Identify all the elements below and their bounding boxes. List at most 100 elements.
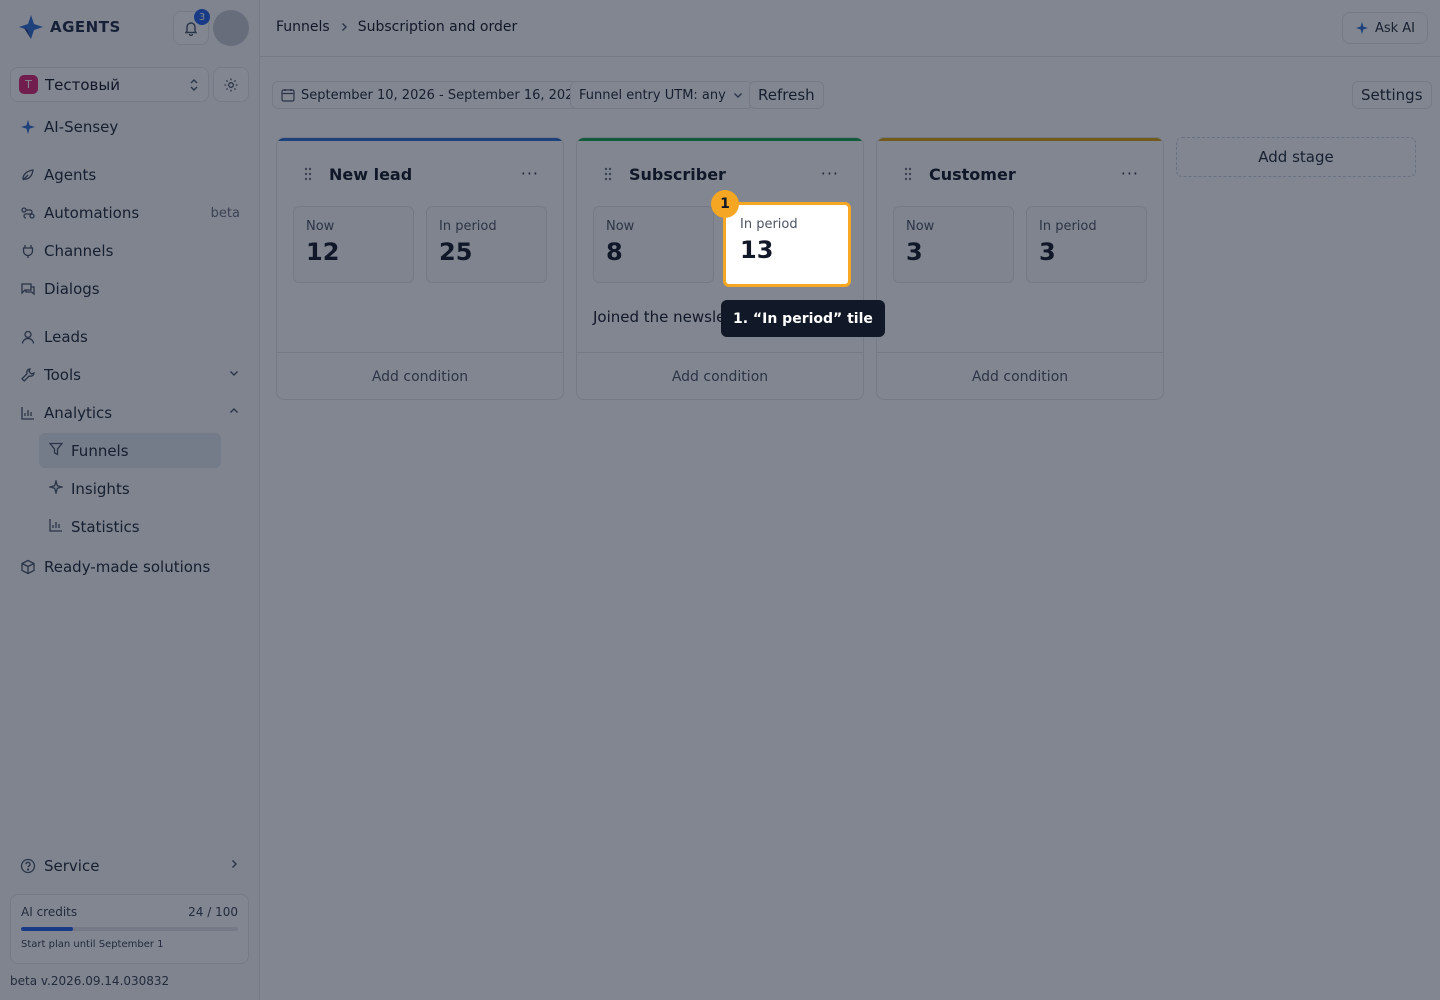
ask-ai-button[interactable]: Ask AI <box>1341 12 1428 44</box>
ai-credits-panel: AI credits 24 / 100 Start plan until Sep… <box>10 894 249 964</box>
wrench-icon <box>20 367 36 383</box>
add-condition-button[interactable]: Add condition <box>577 352 863 399</box>
ai-credits-value: 24 / 100 <box>188 905 238 919</box>
statistics-icon <box>49 518 63 536</box>
highlighted-in-period-tile[interactable]: In period 13 <box>723 202 851 287</box>
sidebar-item-label: Statistics <box>71 517 140 536</box>
add-condition-button[interactable]: Add condition <box>277 352 563 399</box>
sidebar-item-agents[interactable]: Agents <box>20 158 240 192</box>
breadcrumb-root[interactable]: Funnels <box>276 19 330 35</box>
sidebar-item-ready-made-solutions[interactable]: Ready-made solutions <box>20 550 240 584</box>
date-range-picker[interactable]: September 10, 2026 - September 16, 2026 <box>272 81 591 109</box>
sidebar-item-label: AI-Sensey <box>44 118 119 136</box>
settings-button[interactable]: Settings <box>1352 81 1432 109</box>
plug-icon <box>20 243 36 259</box>
drag-handle-icon[interactable] <box>903 166 913 185</box>
sparkle-icon <box>1355 21 1369 35</box>
sidebar: AGENTS 3 Т Тестовый AI-Sensey Agents Aut… <box>0 0 260 1000</box>
cube-icon <box>20 559 36 575</box>
tile-label: In period <box>1039 219 1097 234</box>
sparkle-icon <box>20 119 36 135</box>
now-tile: Now 8 <box>593 206 714 283</box>
workspace-selector[interactable]: Т Тестовый <box>10 67 209 102</box>
stage-title: New lead <box>329 165 413 184</box>
refresh-button[interactable]: Refresh <box>749 81 824 109</box>
in-period-tile: In period 25 <box>426 206 547 283</box>
user-icon <box>20 329 36 345</box>
now-tile: Now 3 <box>893 206 1014 283</box>
top-bar: Funnels Subscription and order Ask AI <box>260 0 1440 57</box>
automation-icon <box>20 205 36 221</box>
sidebar-item-tools[interactable]: Tools <box>20 358 240 392</box>
sidebar-item-channels[interactable]: Channels <box>20 234 240 268</box>
chevron-right-icon <box>228 858 240 874</box>
brand-logo[interactable]: AGENTS <box>18 14 121 40</box>
agents-icon <box>20 167 36 183</box>
chevron-right-icon <box>341 23 347 31</box>
add-stage-button[interactable]: Add stage <box>1176 137 1416 177</box>
drag-handle-icon[interactable] <box>303 166 313 185</box>
sidebar-item-label: Automations <box>44 204 140 222</box>
utm-filter-label: Funnel entry UTM: any <box>579 87 726 103</box>
sidebar-item-statistics[interactable]: Statistics <box>39 509 221 544</box>
tile-value: 25 <box>439 238 473 266</box>
tile-value: 12 <box>306 238 340 266</box>
sidebar-item-service[interactable]: Service <box>20 849 240 883</box>
tile-label: Now <box>306 219 335 234</box>
sidebar-item-label: Agents <box>44 166 97 184</box>
sidebar-item-automations[interactable]: Automations beta <box>20 196 240 230</box>
insight-icon <box>47 478 65 498</box>
funnel-icon <box>48 442 64 460</box>
utm-filter-dropdown[interactable]: Funnel entry UTM: any <box>570 81 753 109</box>
chat-icon <box>20 281 36 297</box>
help-circle-icon <box>20 858 36 874</box>
stage-color-bar <box>877 138 1163 141</box>
more-options-icon[interactable]: ··· <box>821 164 839 183</box>
more-options-icon[interactable]: ··· <box>1121 164 1139 183</box>
drag-handle-icon[interactable] <box>603 166 613 185</box>
tile-value: 3 <box>1039 238 1056 266</box>
tile-label: Now <box>906 219 935 234</box>
workspace-settings-button[interactable] <box>213 67 249 102</box>
user-avatar[interactable] <box>213 10 249 46</box>
breadcrumb-current: Subscription and order <box>357 19 518 35</box>
sidebar-item-ai-sensey[interactable]: AI-Sensey <box>20 110 240 144</box>
sidebar-item-label: Service <box>44 857 100 875</box>
date-range-label: September 10, 2026 - September 16, 2026 <box>301 87 582 103</box>
tile-value: 13 <box>740 236 774 264</box>
sidebar-item-label: Analytics <box>44 404 113 422</box>
plan-info: Start plan until September 1 <box>21 939 164 950</box>
more-options-icon[interactable]: ··· <box>521 164 539 183</box>
sidebar-item-leads[interactable]: Leads <box>20 320 240 354</box>
bar-chart-icon <box>20 405 36 421</box>
now-tile: Now 12 <box>293 206 414 283</box>
stage-color-bar <box>277 138 563 141</box>
sidebar-item-insights[interactable]: Insights <box>39 471 221 506</box>
chevron-down-icon <box>733 93 742 98</box>
add-condition-button[interactable]: Add condition <box>877 352 1163 399</box>
ai-credits-progress <box>21 927 238 931</box>
sidebar-item-analytics[interactable]: Analytics <box>20 396 240 430</box>
sidebar-item-label: Ready-made solutions <box>44 558 211 576</box>
ai-credits-progress-fill <box>21 927 74 931</box>
tile-value: 3 <box>906 238 923 266</box>
sidebar-item-dialogs[interactable]: Dialogs <box>20 272 240 306</box>
brand-name: AGENTS <box>50 18 121 36</box>
ask-ai-label: Ask AI <box>1374 20 1415 36</box>
refresh-label: Refresh <box>758 86 815 104</box>
agents-logo-icon <box>19 15 43 39</box>
tile-label: Now <box>606 219 635 234</box>
step-marker: 1 <box>711 190 739 218</box>
sidebar-item-label: Leads <box>44 328 88 346</box>
stage-card-customer: Customer ··· Now 3 In period 3 Add condi… <box>876 137 1164 400</box>
sidebar-item-label: Tools <box>44 366 81 384</box>
sidebar-item-funnels[interactable]: Funnels <box>39 433 221 468</box>
tile-value: 8 <box>606 238 623 266</box>
tile-label: In period <box>740 217 798 232</box>
sidebar-item-label: Channels <box>44 242 114 260</box>
tile-label: In period <box>439 219 497 234</box>
chevron-up-icon <box>228 405 240 421</box>
sidebar-item-label: Dialogs <box>44 280 100 298</box>
notifications-count-badge: 3 <box>194 9 210 25</box>
ai-credits-label: AI credits <box>21 905 78 919</box>
